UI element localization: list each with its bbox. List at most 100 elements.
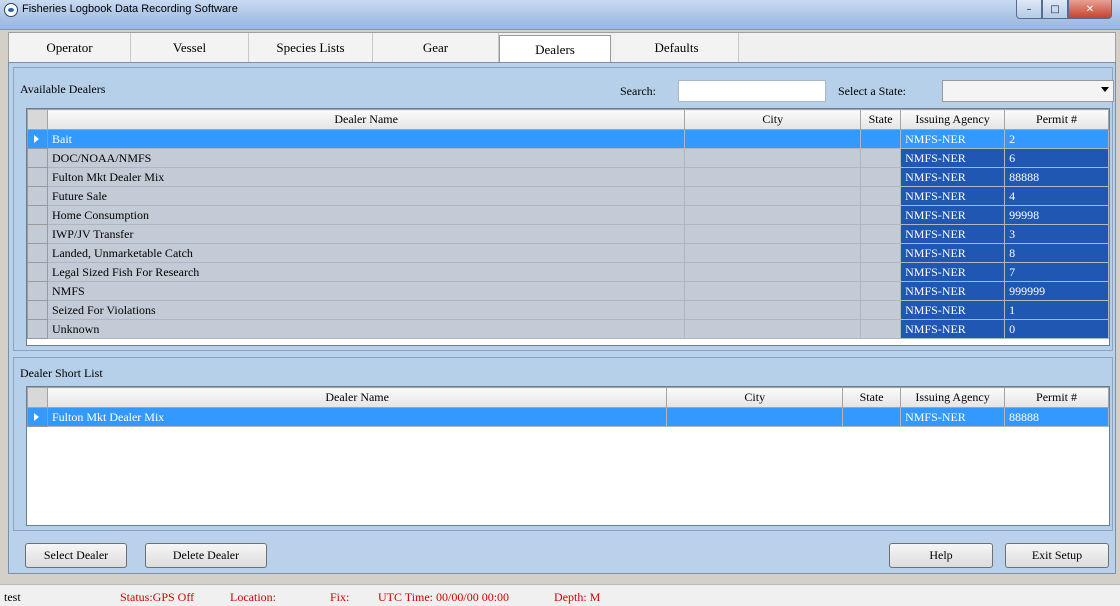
issuing-agency-cell[interactable]: NMFS-NER [900,407,1006,427]
city-cell[interactable] [684,224,862,244]
row-header[interactable] [27,148,48,168]
state-cell[interactable] [860,300,902,320]
permit-cell[interactable]: 8 [1004,243,1109,263]
table-row[interactable]: DOC/NOAA/NMFS NMFS-NER 6 [27,148,1109,168]
issuing-agency-cell[interactable]: NMFS-NER [900,224,1006,244]
state-cell[interactable] [860,243,902,263]
table-row[interactable]: Landed, Unmarketable Catch NMFS-NER 8 [27,243,1109,263]
state-cell[interactable] [860,186,902,206]
issuing-agency-cell[interactable]: NMFS-NER [900,319,1006,339]
tab-gear[interactable]: Gear [373,33,499,62]
city-cell[interactable] [666,407,844,427]
row-header[interactable] [27,300,48,320]
table-row[interactable]: Home Consumption NMFS-NER 99998 [27,205,1109,225]
table-row[interactable]: Fulton Mkt Dealer Mix NMFS-NER 88888 [27,167,1109,187]
city-cell[interactable] [684,129,862,149]
state-cell[interactable] [860,167,902,187]
table-row[interactable]: Unknown NMFS-NER 0 [27,319,1109,339]
state-cell[interactable] [860,319,902,339]
row-header[interactable] [27,407,48,427]
dealer-name-cell[interactable]: Unknown [46,319,686,339]
dealer-name-cell[interactable]: Home Consumption [46,205,686,225]
column-header-state[interactable]: State [860,109,902,130]
dealer-name-cell[interactable]: Bait [46,129,686,149]
table-row[interactable]: Legal Sized Fish For Research NMFS-NER 7 [27,262,1109,282]
permit-cell[interactable]: 2 [1004,129,1109,149]
column-header-city[interactable]: City [666,387,844,408]
tab-dealers[interactable]: Dealers [499,35,611,63]
row-header[interactable] [27,224,48,244]
city-cell[interactable] [684,262,862,282]
table-row[interactable]: Fulton Mkt Dealer Mix NMFS-NER 88888 [27,407,1109,427]
city-cell[interactable] [684,148,862,168]
issuing-agency-cell[interactable]: NMFS-NER [900,148,1006,168]
delete-dealer-button[interactable]: Delete Dealer [145,543,267,568]
dealer-name-cell[interactable]: Seized For Violations [46,300,686,320]
dealer-name-cell[interactable]: DOC/NOAA/NMFS [46,148,686,168]
row-header[interactable] [27,205,48,225]
tab-vessel[interactable]: Vessel [131,33,249,62]
issuing-agency-cell[interactable]: NMFS-NER [900,243,1006,263]
state-cell[interactable] [860,262,902,282]
exit-setup-button[interactable]: Exit Setup [1005,543,1109,568]
dealer-name-cell[interactable]: IWP/JV Transfer [46,224,686,244]
permit-cell[interactable]: 4 [1004,186,1109,206]
dealer-name-cell[interactable]: Legal Sized Fish For Research [46,262,686,282]
state-select[interactable] [942,80,1114,102]
table-row[interactable]: Seized For Violations NMFS-NER 1 [27,300,1109,320]
row-header[interactable] [27,186,48,206]
permit-cell[interactable]: 88888 [1004,407,1109,427]
permit-cell[interactable]: 6 [1004,148,1109,168]
row-header[interactable] [27,243,48,263]
issuing-agency-cell[interactable]: NMFS-NER [900,186,1006,206]
state-cell[interactable] [860,205,902,225]
column-header-issuing-agency[interactable]: Issuing Agency [900,109,1006,130]
issuing-agency-cell[interactable]: NMFS-NER [900,281,1006,301]
city-cell[interactable] [684,243,862,263]
city-cell[interactable] [684,281,862,301]
issuing-agency-cell[interactable]: NMFS-NER [900,262,1006,282]
city-cell[interactable] [684,186,862,206]
help-button[interactable]: Help [889,543,993,568]
table-row[interactable]: NMFS NMFS-NER 999999 [27,281,1109,301]
tab-operator[interactable]: Operator [9,33,131,62]
dealer-name-cell[interactable]: Future Sale [46,186,686,206]
column-header-dealer-name[interactable]: Dealer Name [46,387,668,408]
select-dealer-button[interactable]: Select Dealer [25,543,127,568]
row-header[interactable] [27,319,48,339]
state-cell[interactable] [860,281,902,301]
state-cell[interactable] [860,224,902,244]
issuing-agency-cell[interactable]: NMFS-NER [900,129,1006,149]
column-header-dealer-name[interactable]: Dealer Name [46,109,686,130]
permit-cell[interactable]: 99998 [1004,205,1109,225]
dealer-name-cell[interactable]: Fulton Mkt Dealer Mix [46,407,668,427]
permit-cell[interactable]: 999999 [1004,281,1109,301]
city-cell[interactable] [684,319,862,339]
issuing-agency-cell[interactable]: NMFS-NER [900,300,1006,320]
minimize-button[interactable]: – [1016,0,1042,19]
issuing-agency-cell[interactable]: NMFS-NER [900,167,1006,187]
city-cell[interactable] [684,205,862,225]
column-header-state[interactable]: State [842,387,902,408]
tab-species-lists[interactable]: Species Lists [249,33,373,62]
permit-cell[interactable]: 7 [1004,262,1109,282]
table-row[interactable]: Future Sale NMFS-NER 4 [27,186,1109,206]
permit-cell[interactable]: 0 [1004,319,1109,339]
permit-cell[interactable]: 3 [1004,224,1109,244]
close-button[interactable]: ✕ [1068,0,1112,19]
row-header[interactable] [27,262,48,282]
state-cell[interactable] [860,129,902,149]
issuing-agency-cell[interactable]: NMFS-NER [900,205,1006,225]
tab-defaults[interactable]: Defaults [615,33,739,62]
column-header-permit[interactable]: Permit # [1004,387,1109,408]
city-cell[interactable] [684,167,862,187]
table-row[interactable]: Bait NMFS-NER 2 [27,129,1109,149]
search-input[interactable] [678,80,826,102]
maximize-button[interactable]: □ [1042,0,1068,19]
chevron-down-icon[interactable] [1101,87,1109,92]
row-header[interactable] [27,129,48,149]
row-header[interactable] [27,281,48,301]
state-cell[interactable] [860,148,902,168]
permit-cell[interactable]: 1 [1004,300,1109,320]
permit-cell[interactable]: 88888 [1004,167,1109,187]
